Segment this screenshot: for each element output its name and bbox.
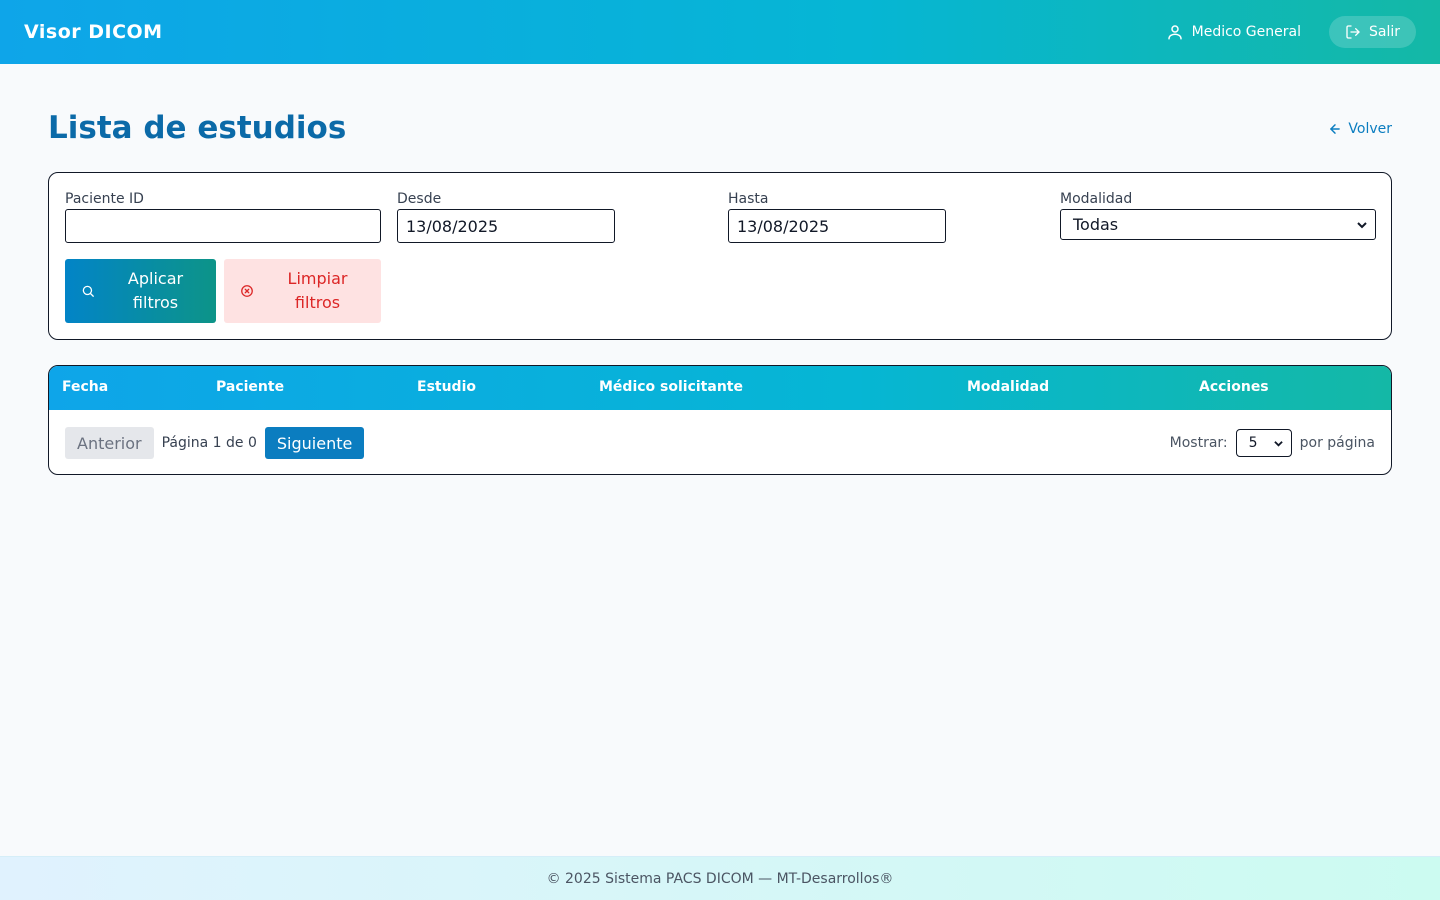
patient-id-label: Paciente ID xyxy=(65,191,144,207)
back-link[interactable]: Volver xyxy=(1328,121,1392,137)
column-header-medico-solicitante[interactable]: Médico solicitante xyxy=(599,379,743,395)
from-date-input[interactable] xyxy=(397,209,615,243)
previous-page-button[interactable]: Anterior xyxy=(65,427,154,459)
clear-filters-label: Limpiar filtros xyxy=(287,269,348,312)
to-date-input[interactable] xyxy=(728,209,946,243)
logout-label: Salir xyxy=(1368,24,1400,40)
logout-icon xyxy=(1346,25,1360,39)
column-header-estudio[interactable]: Estudio xyxy=(417,379,476,395)
arrow-left-icon xyxy=(1330,124,1341,134)
to-date-label: Hasta xyxy=(728,191,769,207)
column-header-modalidad[interactable]: Modalidad xyxy=(967,379,1049,395)
studies-table: Fecha Paciente Estudio Médico solicitant… xyxy=(48,365,1392,475)
app-brand[interactable]: Visor DICOM xyxy=(24,21,163,43)
footer-text: © 2025 Sistema PACS DICOM — MT-Desarroll… xyxy=(546,870,894,887)
footer: © 2025 Sistema PACS DICOM — MT-Desarroll… xyxy=(0,856,1440,900)
show-label: Mostrar: xyxy=(1169,435,1228,451)
clear-filters-button[interactable]: Limpiar filtros xyxy=(224,259,381,323)
user-info: Medico General xyxy=(1166,23,1301,41)
clear-circle-icon xyxy=(241,285,253,297)
page-title: Lista de estudios xyxy=(48,110,347,146)
patient-id-input[interactable] xyxy=(65,209,381,243)
header-actions: Medico General Salir xyxy=(1166,16,1416,48)
page-size-select[interactable]: 5 xyxy=(1235,429,1292,457)
column-header-acciones: Acciones xyxy=(1199,379,1269,395)
modality-select[interactable]: Todas xyxy=(1060,209,1376,240)
column-header-paciente[interactable]: Paciente xyxy=(216,379,284,395)
per-page-suffix: por página xyxy=(1299,435,1375,451)
filters-panel: Paciente ID Desde Hasta Modalidad Todas … xyxy=(48,172,1392,340)
apply-filters-label: Aplicar filtros xyxy=(127,269,184,312)
apply-filters-button[interactable]: Aplicar filtros xyxy=(65,259,216,323)
search-icon xyxy=(82,285,94,297)
chevron-down-icon xyxy=(1273,440,1283,447)
page-size-value: 5 xyxy=(1248,435,1258,451)
next-page-button[interactable]: Siguiente xyxy=(264,427,365,459)
user-icon xyxy=(1167,25,1182,40)
column-header-fecha[interactable]: Fecha xyxy=(62,379,108,395)
logout-button[interactable]: Salir xyxy=(1328,16,1416,48)
modality-selected-value: Todas xyxy=(1073,215,1119,234)
back-link-label: Volver xyxy=(1348,121,1392,137)
modality-label: Modalidad xyxy=(1060,191,1133,207)
top-navbar: Visor DICOM Medico General Salir xyxy=(0,0,1440,64)
page-size-control: Mostrar: 5 por página xyxy=(1170,429,1375,457)
from-date-label: Desde xyxy=(397,191,442,207)
chevron-down-icon xyxy=(1357,221,1367,228)
page-indicator: Página 1 de 0 xyxy=(161,435,257,451)
pagination-controls: Anterior Página 1 de 0 Siguiente xyxy=(65,427,365,459)
user-name: Medico General xyxy=(1191,24,1301,40)
table-header: Fecha Paciente Estudio Médico solicitant… xyxy=(49,366,1391,410)
